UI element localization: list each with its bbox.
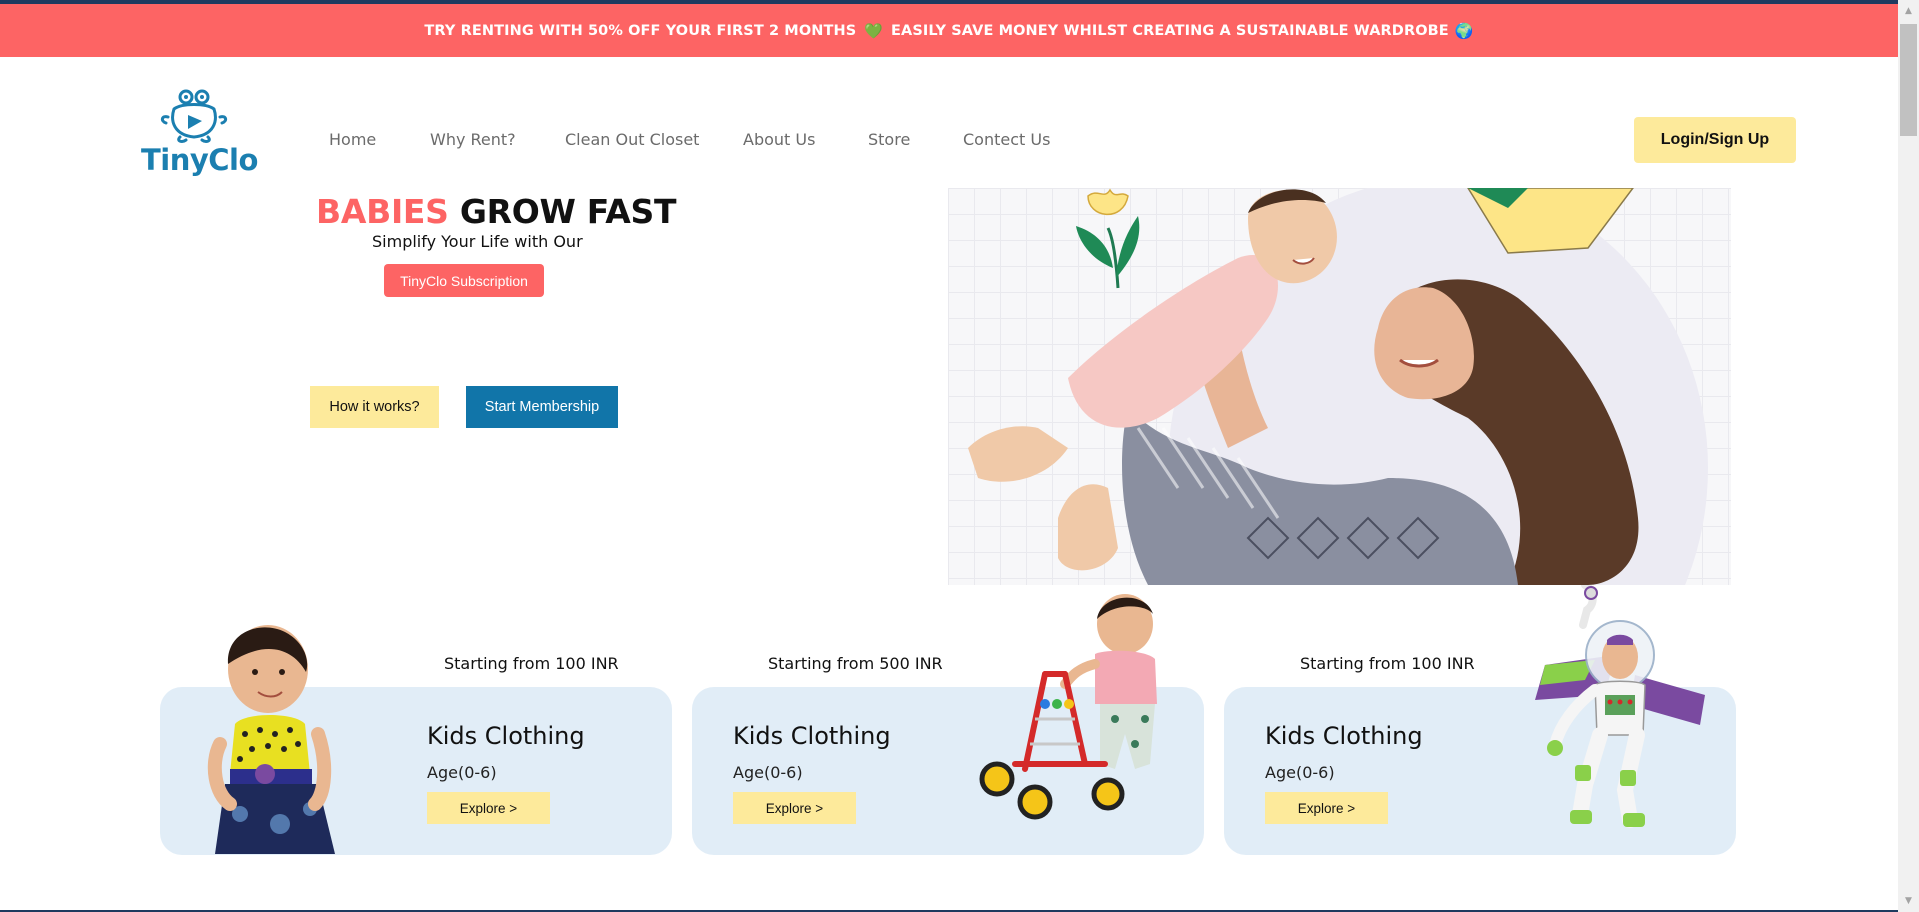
mother-baby-illustration bbox=[968, 188, 1708, 585]
card-3-title: Kids Clothing bbox=[1265, 722, 1423, 750]
green-heart-icon: 💚 bbox=[864, 21, 884, 40]
hero-subtitle: Simplify Your Life with Our bbox=[372, 232, 583, 251]
card-1-age: Age(0-6) bbox=[427, 763, 497, 782]
girl-yellow-dress-image bbox=[207, 625, 335, 854]
promo-text-1: TRY RENTING WITH 50% OFF YOUR FIRST 2 MO… bbox=[424, 22, 857, 39]
baby-walker-image bbox=[979, 594, 1157, 820]
card-1-explore-button[interactable]: Explore > bbox=[427, 792, 550, 824]
subscription-button[interactable]: TinyClo Subscription bbox=[384, 264, 544, 297]
scroll-thumb[interactable] bbox=[1900, 24, 1917, 136]
space-toy-image bbox=[1535, 585, 1705, 828]
hero-title-accent: BABIES bbox=[316, 192, 449, 231]
hero-image bbox=[948, 188, 1731, 585]
card-3-age: Age(0-6) bbox=[1265, 763, 1335, 782]
flower-icon bbox=[1076, 188, 1140, 289]
card-3-explore-button[interactable]: Explore > bbox=[1265, 792, 1388, 824]
frog-mascot-icon bbox=[160, 89, 228, 143]
card-1-title: Kids Clothing bbox=[427, 722, 585, 750]
nav-why-rent[interactable]: Why Rent? bbox=[430, 130, 516, 149]
card-2-title: Kids Clothing bbox=[733, 722, 891, 750]
scroll-down-arrow-icon[interactable]: ▼ bbox=[1898, 890, 1919, 912]
nav-contect-us[interactable]: Contect Us bbox=[963, 130, 1050, 149]
card-2-price: Starting from 500 INR bbox=[768, 654, 943, 673]
card-1-price: Starting from 100 INR bbox=[444, 654, 619, 673]
login-signup-button[interactable]: Login/Sign Up bbox=[1634, 117, 1796, 163]
card-2-age: Age(0-6) bbox=[733, 763, 803, 782]
nav-about-us[interactable]: About Us bbox=[743, 130, 815, 149]
how-it-works-button[interactable]: How it works? bbox=[310, 386, 439, 428]
card-2-explore-button[interactable]: Explore > bbox=[733, 792, 856, 824]
brand-logo[interactable]: TinyClo bbox=[140, 85, 258, 180]
promo-banner: TRY RENTING WITH 50% OFF YOUR FIRST 2 MO… bbox=[0, 4, 1898, 57]
hero-title: BABIES GROW FAST bbox=[316, 192, 676, 231]
nav-store[interactable]: Store bbox=[868, 130, 910, 149]
brand-name: TinyClo bbox=[141, 143, 258, 177]
scroll-up-arrow-icon[interactable]: ▲ bbox=[1898, 0, 1919, 22]
promo-text-2: EASILY SAVE MONEY WHILST CREATING A SUST… bbox=[891, 22, 1449, 39]
start-membership-button[interactable]: Start Membership bbox=[466, 386, 618, 428]
page-scrollbar[interactable]: ▲ ▼ bbox=[1898, 0, 1919, 912]
globe-icon: 🌍 bbox=[1454, 21, 1474, 40]
nav-clean-out-closet[interactable]: Clean Out Closet bbox=[565, 130, 699, 149]
hero-title-rest: GROW FAST bbox=[459, 192, 677, 231]
nav-home[interactable]: Home bbox=[329, 130, 376, 149]
card-3-price: Starting from 100 INR bbox=[1300, 654, 1475, 673]
page: TRY RENTING WITH 50% OFF YOUR FIRST 2 MO… bbox=[0, 0, 1919, 912]
